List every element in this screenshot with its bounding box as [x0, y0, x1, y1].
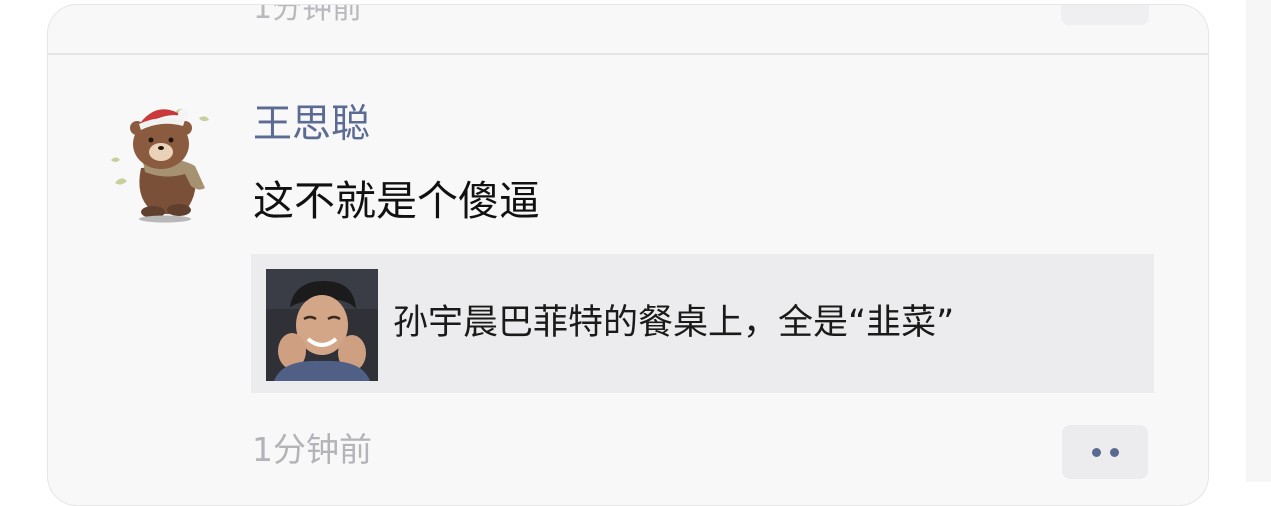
previous-more-button[interactable]: [1061, 5, 1149, 25]
right-scroll-edge: [1246, 0, 1271, 482]
comment-divider: [48, 53, 1208, 55]
username[interactable]: 王思聪: [253, 105, 370, 144]
cartoon-bear-avatar-icon: [111, 108, 209, 223]
shared-link-card[interactable]: 孙宇晨巴菲特的餐桌上，全是“韭菜”: [251, 254, 1154, 393]
comment-card: 1分钟前 王思聪 这不就是个傻逼 孙宇晨巴菲特的餐桌上，全是“韭菜” 1分钟前: [47, 4, 1209, 506]
more-dots-icon: [1109, 447, 1119, 457]
link-thumbnail: [266, 269, 378, 381]
comment-text: 这不就是个傻逼: [253, 177, 540, 225]
previous-comment-time: 1分钟前: [253, 4, 363, 26]
avatar[interactable]: [103, 98, 223, 223]
comment-time: 1分钟前: [252, 430, 372, 469]
more-button[interactable]: [1062, 425, 1148, 479]
link-title: 孙宇晨巴菲特的餐桌上，全是“韭菜”: [393, 303, 955, 343]
person-thumbnail-icon: [266, 269, 378, 381]
more-dots-icon: [1091, 447, 1101, 457]
